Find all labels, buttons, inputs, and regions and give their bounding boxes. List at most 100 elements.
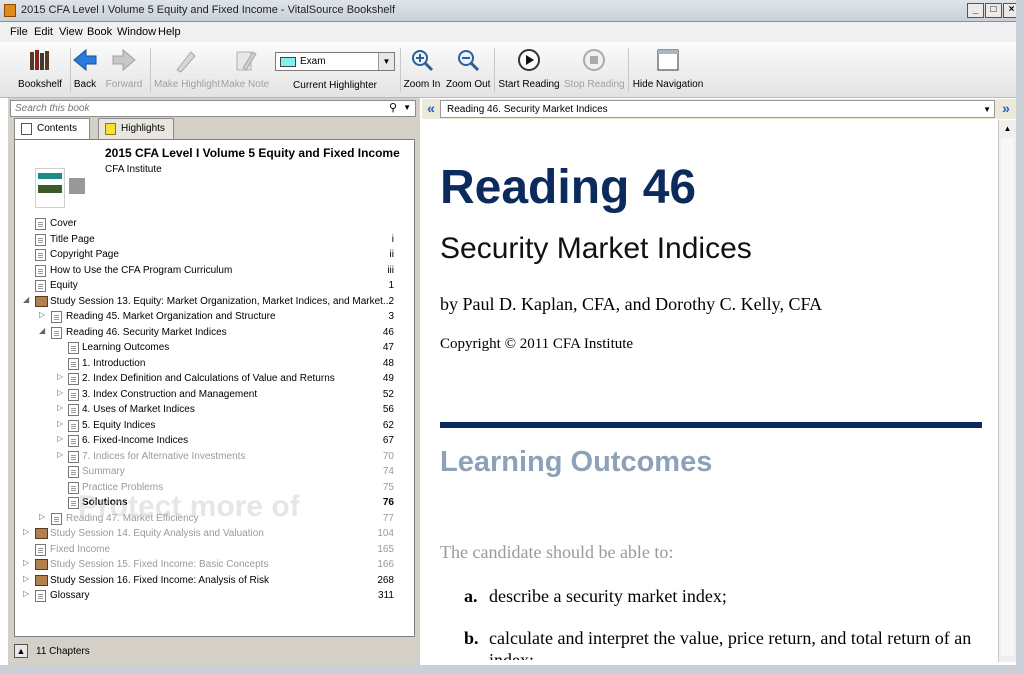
toc-item[interactable]: ◢ Study Session 13. Equity: Market Organi… [15,294,408,309]
expand-icon[interactable]: ▷ [57,372,66,381]
previous-page-icon[interactable]: « [424,100,438,118]
toc-item[interactable]: Title Page i [15,232,408,247]
hide-navigation-button[interactable]: Hide Navigation [632,42,704,98]
make-note-button[interactable]: Make Note [220,42,270,98]
page-icon [68,373,79,385]
next-page-icon[interactable]: » [999,100,1013,118]
page-icon [68,482,79,494]
toc-item[interactable]: Cover [15,216,408,231]
toc-item-label: 6. Fixed-Income Indices [82,435,189,446]
expand-icon[interactable]: ▷ [39,512,48,521]
maximize-button[interactable]: □ [985,3,1002,18]
back-button[interactable]: Back [72,42,98,98]
stop-reading-button[interactable]: Stop Reading [564,42,625,98]
menu-window[interactable]: Window [117,26,156,38]
menu-edit[interactable]: Edit [34,26,53,38]
menu-file[interactable]: File [10,26,28,38]
toc-item-page: 77 [382,513,394,524]
toc-item[interactable]: Fixed Income 165 [15,542,408,557]
expand-icon[interactable]: ▷ [57,388,66,397]
toc-item[interactable]: ▷ Study Session 15. Fixed Income: Basic C… [15,557,408,572]
toc-item[interactable]: 1. Introduction 48 [15,356,408,371]
toc-item[interactable]: ◢ Reading 46. Security Market Indices 46 [15,325,408,340]
toc-item[interactable]: ▷ Study Session 16. Fixed Income: Analysi… [15,573,408,588]
toc-item[interactable]: ▷ Reading 47. Market Efficiency 77 [15,511,408,526]
toc-item-page: 49 [382,373,394,384]
highlighter-pen-icon [176,51,196,73]
menu-book[interactable]: Book [87,26,112,38]
toc-item[interactable]: ▷ 6. Fixed-Income Indices 67 [15,433,408,448]
book-cover-thumbnail [35,168,85,218]
status-bar: ▲ 11 Chapters [8,640,420,664]
zoom-out-button[interactable]: Zoom Out [446,42,490,98]
chevron-down-icon[interactable]: ▼ [378,53,394,70]
toc-item-label: Practice Problems [82,482,164,493]
page-icon [35,234,46,246]
toc-item[interactable]: ▷ 3. Index Construction and Management 52 [15,387,408,402]
toc-item-label: Learning Outcomes [82,342,170,353]
play-icon [518,49,540,71]
collapse-icon[interactable]: ◢ [23,295,32,304]
toc-item-label: Study Session 13. Equity: Market Organiz… [50,296,392,307]
make-highlight-button[interactable]: Make Highlight [154,42,220,98]
expand-icon[interactable]: ▷ [57,450,66,459]
location-select[interactable]: Reading 46. Security Market Indices ▼ [440,100,995,118]
outcome-text: describe a security market index; [489,586,727,606]
chevron-down-icon[interactable]: ▼ [403,103,411,112]
menu-view[interactable]: View [59,26,83,38]
expand-icon[interactable]: ▷ [23,574,32,583]
search-icon[interactable]: ⚲ [389,101,397,114]
expand-icon[interactable]: ▷ [57,434,66,443]
collapse-panel-icon[interactable]: ▲ [14,644,28,658]
toc-item-page: 48 [382,358,394,369]
start-reading-button[interactable]: Start Reading [498,42,560,98]
toc-item[interactable]: How to Use the CFA Program Curriculum iii [15,263,408,278]
current-highlighter-select[interactable]: Exam ▼ [275,52,395,71]
toc-item[interactable]: ▷ Glossary 311 [15,588,408,603]
collapse-icon[interactable]: ◢ [39,326,48,335]
expand-icon[interactable]: ▷ [23,589,32,598]
expand-icon[interactable]: ▷ [57,419,66,428]
expand-icon[interactable]: ▷ [57,403,66,412]
toc-item[interactable]: ▷ Study Session 14. Equity Analysis and V… [15,526,408,541]
tab-highlights[interactable]: Highlights [98,118,174,139]
toc-item[interactable]: ▷ 2. Index Definition and Calculations of… [15,371,408,386]
toc-item-label: Cover [50,218,77,229]
menu-help[interactable]: Help [158,26,181,38]
window-title: 2015 CFA Level I Volume 5 Equity and Fix… [21,4,396,16]
vertical-scrollbar[interactable]: ▲ [998,120,1016,662]
toc-item[interactable]: ▷ 4. Uses of Market Indices 56 [15,402,408,417]
tab-contents[interactable]: Contents [14,118,90,140]
toc-item[interactable]: ▷ 7. Indices for Alternative Investments 7… [15,449,408,464]
toc-item[interactable]: Solutions 76 [15,495,408,510]
expand-icon[interactable]: ▷ [23,558,32,567]
toc-item[interactable]: Practice Problems 75 [15,480,408,495]
scrollbar-thumb[interactable] [1001,138,1014,656]
start-reading-label: Start Reading [498,79,560,90]
toc-item[interactable]: Equity 1 [15,278,408,293]
toc-item-page: i [391,234,394,245]
expand-icon[interactable]: ▷ [23,527,32,536]
minimize-button[interactable]: _ [967,3,984,18]
toc-item-page: 3 [388,311,394,322]
page-icon [68,358,79,370]
search-input[interactable] [11,101,381,116]
location-value: Reading 46. Security Market Indices [447,104,608,115]
page-icon [35,218,46,230]
scroll-up-icon[interactable]: ▲ [1000,121,1015,136]
forward-button[interactable]: Forward [104,42,144,98]
toc-item[interactable]: Summary 74 [15,464,408,479]
expand-icon[interactable]: ▷ [39,310,48,319]
page-icon [35,544,46,556]
toc-item-label: How to Use the CFA Program Curriculum [50,265,233,276]
toc-item[interactable]: Copyright Page ii [15,247,408,262]
toc-item[interactable]: ▷ Reading 45. Market Organization and Str… [15,309,408,324]
toc-item[interactable]: ▷ 5. Equity Indices 62 [15,418,408,433]
zoom-in-button[interactable]: Zoom In [402,42,442,98]
bookshelf-button[interactable]: Bookshelf [14,42,66,98]
intro-text: The candidate should be able to: [440,542,674,562]
toc-item[interactable]: Learning Outcomes 47 [15,340,408,355]
location-bar: « Reading 46. Security Market Indices ▼ … [422,99,1016,119]
author-byline: by Paul D. Kaplan, CFA, and Dorothy C. K… [440,294,823,314]
chevron-down-icon[interactable]: ▼ [983,105,991,114]
